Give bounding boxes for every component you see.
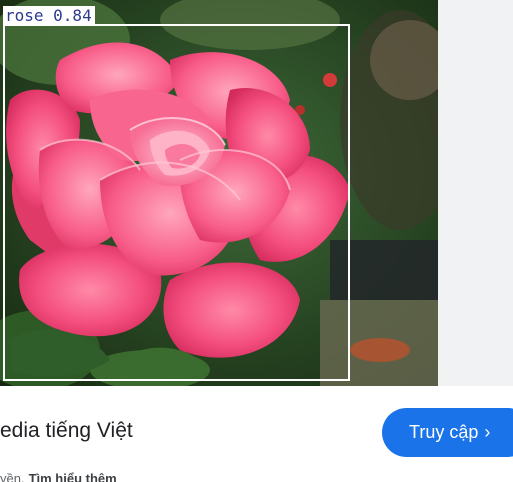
visit-button-label: Truy cập [409, 422, 479, 442]
detection-label: rose 0.84 [3, 6, 95, 25]
learn-more-link[interactable]: Tìm hiểu thêm [29, 471, 117, 482]
visit-button[interactable]: Truy cập › [382, 408, 513, 457]
license-note-text: yền. [0, 471, 25, 482]
chevron-right-icon: › [484, 422, 491, 442]
side-panel [438, 0, 513, 386]
detection-box [3, 24, 350, 381]
site-title[interactable]: edia tiếng Việt [0, 419, 133, 443]
license-note: yền. Tìm hiểu thêm [0, 471, 117, 482]
image-result-viewer: rose 0.84 edia tiếng Việt yền. Tìm hiểu t… [0, 0, 513, 482]
